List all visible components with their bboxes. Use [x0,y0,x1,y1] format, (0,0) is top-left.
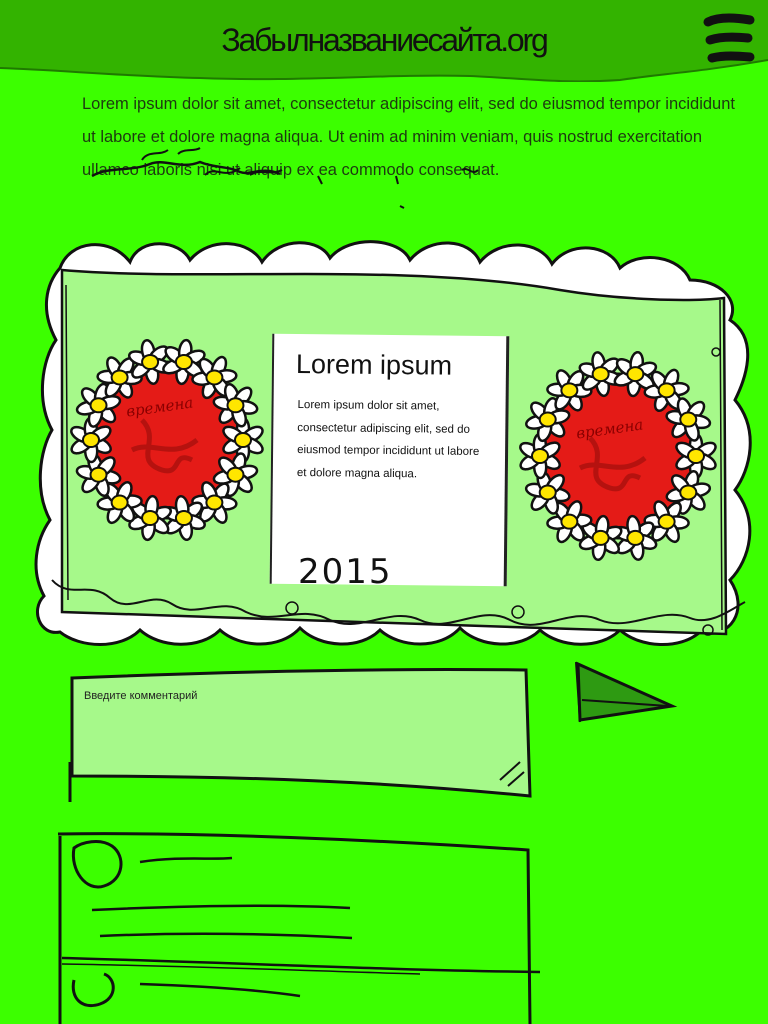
card-title: Lorem ipsum [295,349,453,381]
comments-list [57,832,541,1024]
hamburger-menu-icon[interactable] [700,10,758,68]
slider-year: 2015 [298,552,393,592]
avatar-circle-icon [71,840,123,889]
left-flower-badge[interactable] [62,320,272,550]
right-flower-badge[interactable] [510,338,730,568]
avatar-circle-icon [71,972,115,1007]
slider-content-card: Lorem ipsum Lorem ipsum dolor sit amet, … [269,333,510,587]
comment-input[interactable] [68,662,534,802]
site-header: Забылназваниесайта.org [0,0,768,82]
site-title[interactable]: Забылназваниесайта.org [0,22,768,59]
intro-text-block: Lorem ipsum dolor sit amet, consectetur … [82,88,752,187]
send-arrow-icon[interactable] [572,660,678,724]
card-text: Lorem ipsum dolor sit amet, consectetur … [296,399,480,480]
comment-placeholder: Введите комментарий [84,690,198,702]
comment-item [71,972,301,1007]
comment-item [71,840,353,940]
intro-paragraph: Lorem ipsum dolor sit amet, consectetur … [82,95,735,179]
